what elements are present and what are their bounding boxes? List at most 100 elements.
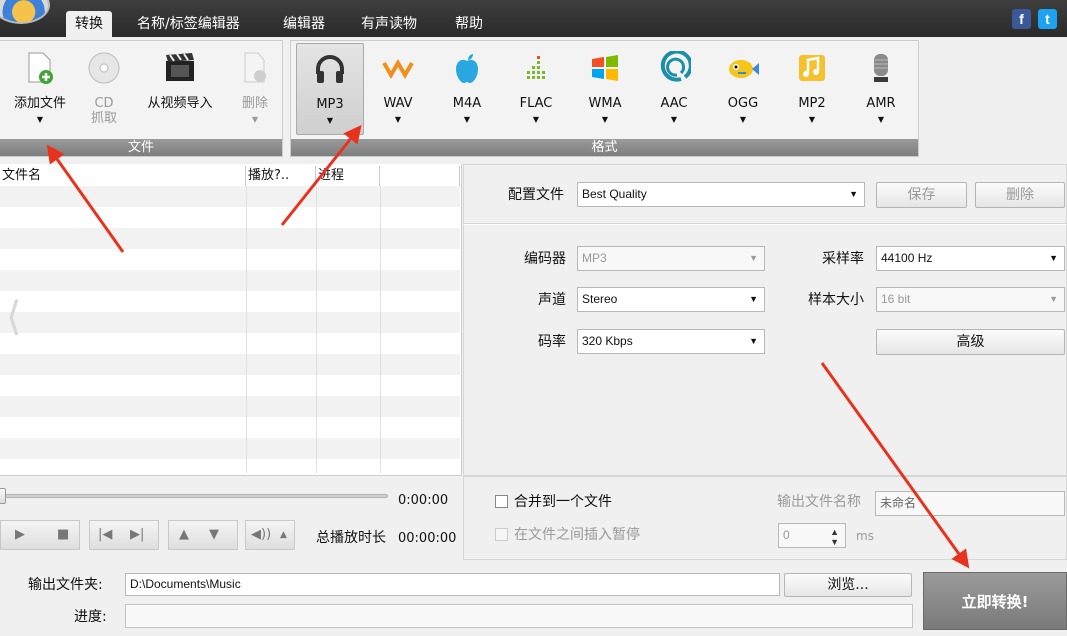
delete-profile-button[interactable]: 删除 bbox=[975, 182, 1065, 208]
chevron-left-icon[interactable]: ⟨ bbox=[6, 292, 22, 342]
format-ogg-button[interactable]: OGG ▼ bbox=[712, 43, 774, 135]
encoder-select: MP3 ▼ bbox=[577, 246, 765, 271]
chevron-down-icon[interactable]: ▼ bbox=[643, 115, 705, 125]
total-duration: 00:00:00 bbox=[398, 531, 457, 546]
format-wav-button[interactable]: WAV ▼ bbox=[367, 43, 429, 135]
facebook-icon[interactable]: f bbox=[1012, 9, 1031, 29]
output-folder-input[interactable]: D:\Documents\Music bbox=[125, 573, 780, 596]
encoder-value: MP3 bbox=[582, 251, 607, 265]
channel-select[interactable]: Stereo ▼ bbox=[577, 287, 765, 312]
progress-bar bbox=[125, 604, 913, 628]
progress-label: 进度: bbox=[74, 609, 107, 625]
browse-button[interactable]: 浏览... bbox=[784, 573, 912, 597]
tab-tag-editor[interactable]: 名称/标签编辑器 bbox=[128, 11, 249, 37]
delete-file-button[interactable]: 删除 ▼ bbox=[234, 43, 276, 135]
chevron-down-icon[interactable]: ▼ bbox=[712, 115, 774, 125]
format-flac-button[interactable]: FLAC ▼ bbox=[505, 43, 567, 135]
play-icon[interactable]: ▶ bbox=[15, 521, 25, 549]
stop-icon[interactable]: ■ bbox=[57, 521, 69, 549]
column-filename[interactable]: 文件名 bbox=[0, 166, 246, 186]
chevron-down-icon[interactable]: ▼ bbox=[436, 115, 498, 125]
prev-next-group: |◀ ▶| bbox=[89, 520, 159, 550]
column-divider bbox=[316, 186, 317, 473]
tab-editor[interactable]: 编辑器 bbox=[274, 11, 334, 37]
next-icon[interactable]: ▶| bbox=[130, 521, 144, 549]
cd-icon bbox=[87, 51, 121, 85]
chevron-down-icon: ▼ bbox=[1049, 253, 1058, 263]
add-file-label: 添加文件 bbox=[13, 96, 66, 111]
mp3-label: MP3 bbox=[316, 97, 344, 112]
move-up-icon[interactable]: ▲ bbox=[179, 521, 189, 549]
format-mp3-button[interactable]: MP3 ▼ bbox=[296, 43, 364, 135]
delete-file-icon bbox=[238, 51, 272, 85]
format-wma-button[interactable]: WMA ▼ bbox=[574, 43, 636, 135]
output-folder-label: 输出文件夹: bbox=[28, 577, 103, 593]
film-clapper-icon bbox=[163, 51, 197, 85]
save-profile-button[interactable]: 保存 bbox=[876, 182, 967, 208]
file-group: 添加文件 ▼ CD 抓取 从视频导入 删除 ▼ 文件 bbox=[0, 40, 283, 157]
chevron-down-icon[interactable]: ▼ bbox=[850, 115, 912, 125]
format-m4a-button[interactable]: M4A ▼ bbox=[436, 43, 498, 135]
merge-checkbox[interactable] bbox=[495, 495, 508, 508]
chevron-down-icon[interactable]: ▼ bbox=[297, 116, 363, 126]
channel-label: 声道 bbox=[538, 292, 566, 308]
import-video-label: 从视频导入 bbox=[147, 96, 213, 111]
output-name-label: 输出文件名称 bbox=[777, 494, 861, 510]
column-empty bbox=[380, 166, 460, 186]
bitrate-label: 码率 bbox=[538, 334, 566, 350]
format-aac-button[interactable]: AAC ▼ bbox=[643, 43, 705, 135]
ribbon: 添加文件 ▼ CD 抓取 从视频导入 删除 ▼ 文件 MP3 ▼ WAV ▼ M… bbox=[0, 37, 1067, 157]
format-mp2-button[interactable]: MP2 ▼ bbox=[781, 43, 843, 135]
convert-now-button[interactable]: 立即转换! bbox=[923, 572, 1067, 630]
app-logo[interactable] bbox=[0, 0, 50, 24]
move-down-icon[interactable]: ▼ bbox=[209, 521, 219, 549]
amr-label: AMR bbox=[866, 96, 896, 111]
bitrate-select[interactable]: 320 Kbps ▼ bbox=[577, 329, 765, 354]
add-file-button[interactable]: 添加文件 ▼ bbox=[6, 43, 74, 135]
headphones-icon bbox=[313, 52, 347, 86]
aac-waves-icon bbox=[657, 49, 693, 85]
tab-help[interactable]: 帮助 bbox=[446, 11, 492, 37]
samplerate-select[interactable]: 44100 Hz ▼ bbox=[876, 246, 1065, 271]
chevron-down-icon: ▼ bbox=[749, 294, 758, 304]
previous-icon[interactable]: |◀ bbox=[98, 521, 112, 549]
file-list[interactable] bbox=[0, 186, 460, 473]
tab-audiobook[interactable]: 有声读物 bbox=[352, 11, 426, 37]
chevron-down-icon[interactable]: ▼ bbox=[234, 115, 276, 125]
chevron-down-icon[interactable]: ▼ bbox=[505, 115, 567, 125]
seek-bar[interactable] bbox=[0, 494, 388, 498]
bitrate-value: 320 Kbps bbox=[582, 334, 633, 348]
pause-label: 在文件之间插入暂停 bbox=[514, 527, 640, 543]
column-play[interactable]: 播放?.. bbox=[246, 166, 316, 186]
wav-label: WAV bbox=[383, 96, 413, 111]
volume-icon[interactable]: ◀)) bbox=[251, 521, 271, 549]
total-duration-label: 总播放时长 bbox=[316, 530, 386, 546]
cd-rip-button: CD 抓取 bbox=[82, 43, 126, 135]
add-file-icon bbox=[23, 51, 57, 85]
m4a-label: M4A bbox=[452, 96, 482, 111]
music-note-icon bbox=[795, 51, 829, 85]
pause-spinner: 0 ▲ ▼ bbox=[778, 523, 846, 548]
tab-convert[interactable]: 转换 bbox=[66, 11, 112, 37]
position-time: 0:00:00 bbox=[398, 493, 449, 508]
chevron-down-icon[interactable]: ▼ bbox=[781, 115, 843, 125]
wma-label: WMA bbox=[588, 96, 622, 111]
chevron-up-icon[interactable]: ▲ bbox=[280, 521, 287, 549]
profile-select[interactable]: Best Quality ▼ bbox=[577, 182, 865, 207]
chevron-down-icon[interactable]: ▼ bbox=[6, 115, 74, 125]
cd-label: CD 抓取 bbox=[90, 96, 117, 126]
column-progress[interactable]: 进程 bbox=[316, 166, 380, 186]
chevron-down-icon[interactable]: ▼ bbox=[367, 115, 429, 125]
seek-handle[interactable] bbox=[0, 488, 6, 504]
twitter-icon[interactable]: t bbox=[1038, 9, 1057, 29]
delete-label: 删除 bbox=[241, 96, 268, 111]
format-amr-button[interactable]: AMR ▼ bbox=[850, 43, 912, 135]
import-video-button[interactable]: 从视频导入 bbox=[138, 43, 222, 135]
wav-wave-icon bbox=[381, 51, 415, 85]
ms-unit: ms bbox=[856, 529, 874, 543]
chevron-down-icon[interactable]: ▼ bbox=[574, 115, 636, 125]
encoder-label: 编码器 bbox=[524, 251, 566, 267]
advanced-button[interactable]: 高级 bbox=[876, 329, 1065, 355]
file-group-label: 文件 bbox=[0, 139, 282, 156]
profile-value: Best Quality bbox=[582, 187, 647, 201]
